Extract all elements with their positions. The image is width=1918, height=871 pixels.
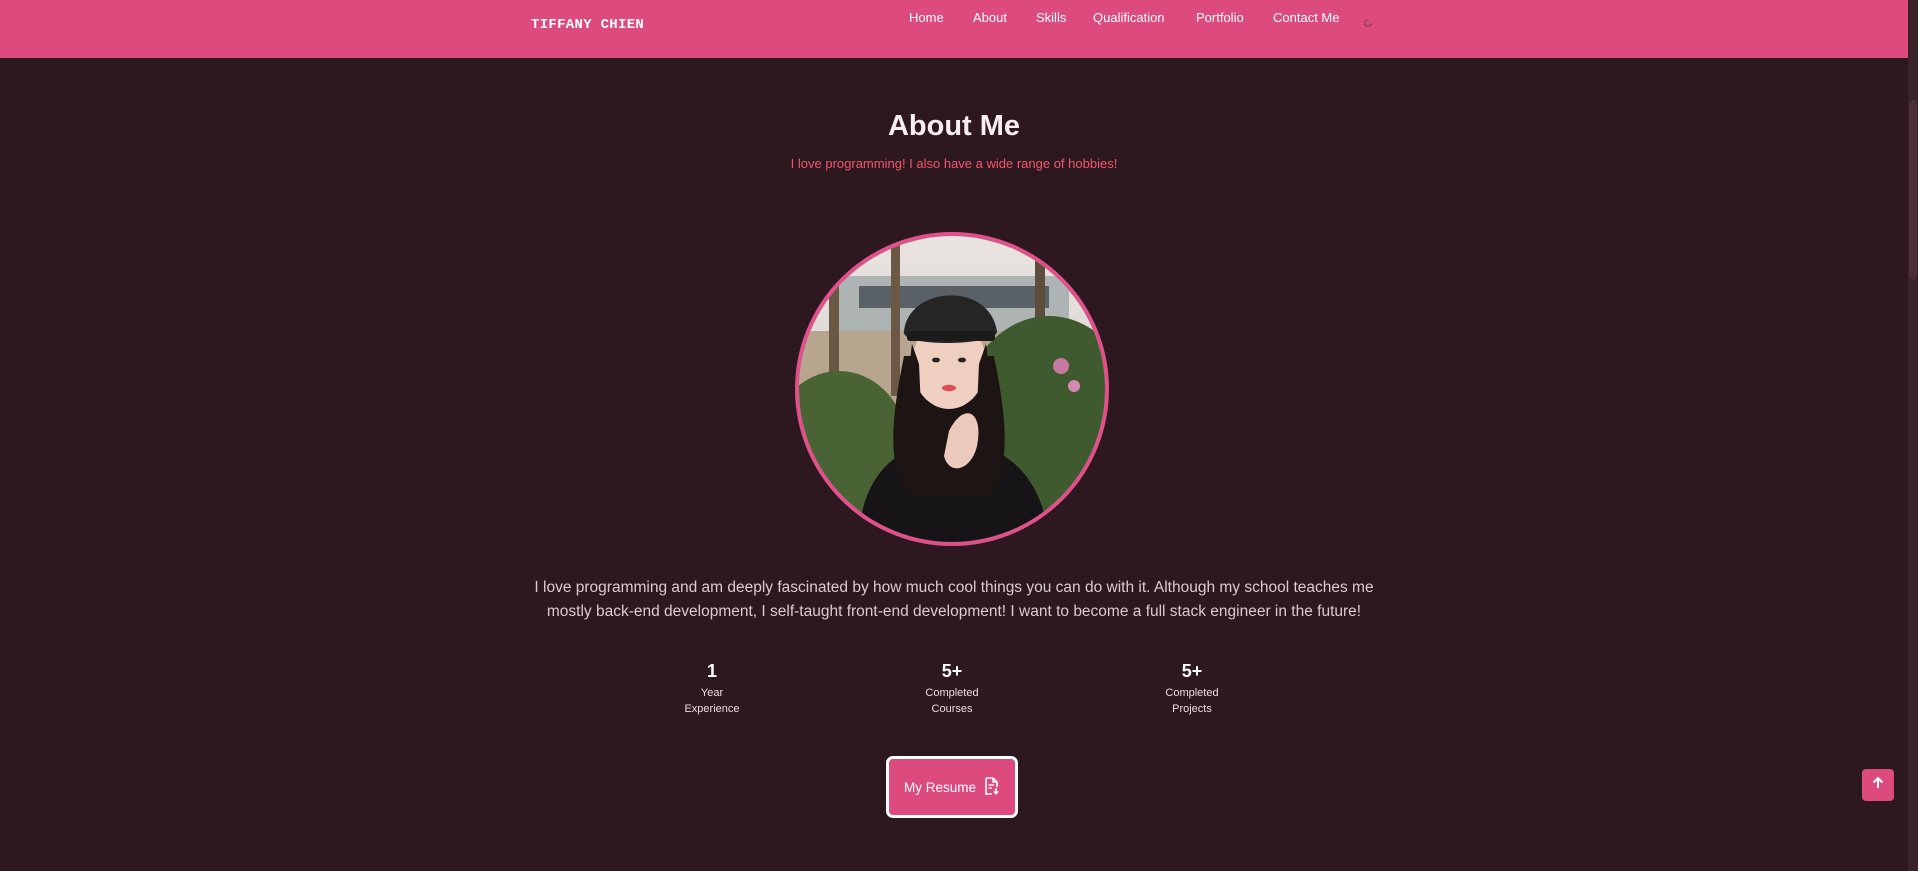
scrollbar-thumb[interactable] <box>1909 100 1917 280</box>
about-description: I love programming and am deeply fascina… <box>490 576 1418 624</box>
stat-number: 5+ <box>1181 661 1203 681</box>
stat-label-line-2: Courses <box>931 703 973 715</box>
stat-projects: 5+ Completed Projects <box>1122 661 1262 717</box>
site-logo[interactable]: TIFFANY CHIEN <box>531 17 644 33</box>
profile-photo-illustration <box>799 236 1105 542</box>
stat-experience: 1 Year Experience <box>642 661 782 717</box>
nav-skills[interactable]: Skills <box>1036 10 1066 25</box>
section-subtitle: I love programming! I also have a wide r… <box>790 156 1118 171</box>
nav-qualification[interactable]: Qualification <box>1093 10 1165 25</box>
nav-about[interactable]: About <box>973 10 1007 25</box>
stat-label-line-2: Experience <box>684 703 740 715</box>
document-download-icon <box>984 776 1000 798</box>
nav-contact[interactable]: Contact Me <box>1273 10 1339 25</box>
stat-label-line-1: Completed <box>1165 687 1219 699</box>
nav-home[interactable]: Home <box>909 10 944 25</box>
stat-label-line-1: Year <box>700 687 724 699</box>
resume-button[interactable]: My Resume <box>886 756 1018 818</box>
stat-number: 1 <box>706 661 717 681</box>
stat-label-line-1: Completed <box>925 687 979 699</box>
site-header: TIFFANY CHIEN Home About Skills Qualific… <box>0 0 1908 58</box>
resume-button-label: My Resume <box>903 779 976 795</box>
description-line-1: I love programming and am deeply fascina… <box>534 579 1374 596</box>
moon-icon[interactable] <box>1362 16 1374 28</box>
section-title: About Me <box>887 110 1021 142</box>
profile-photo <box>795 232 1109 546</box>
scroll-to-top-button[interactable] <box>1862 769 1894 801</box>
nav-portfolio[interactable]: Portfolio <box>1196 10 1244 25</box>
stat-number: 5+ <box>941 661 963 681</box>
stat-label-line-2: Projects <box>1172 703 1212 715</box>
description-line-2: mostly back-end development, I self-taug… <box>546 603 1362 620</box>
stat-courses: 5+ Completed Courses <box>882 661 1022 717</box>
arrow-up-icon <box>1871 776 1885 795</box>
